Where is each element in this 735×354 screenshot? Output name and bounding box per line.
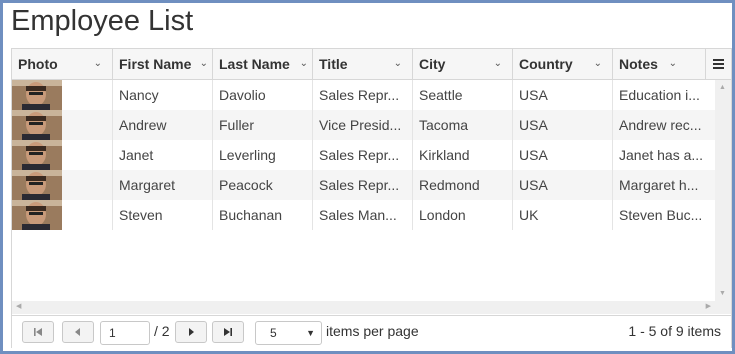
table-row[interactable]: Steven Buchanan Sales Man... London UK S… xyxy=(12,200,715,230)
last-name-cell: Davolio xyxy=(213,80,313,110)
column-header-first-name[interactable]: First Name ⌄ xyxy=(113,49,213,79)
photo-cell xyxy=(12,200,113,230)
chevron-down-icon[interactable]: ⌄ xyxy=(494,49,502,79)
pager: 1 / 2 5 ▼ items per page 1 - 5 of 9 item… xyxy=(12,315,731,348)
title-cell: Sales Repr... xyxy=(313,140,413,170)
photo-cell xyxy=(12,170,113,200)
column-header-label: Photo xyxy=(18,56,58,72)
first-name-cell: Andrew xyxy=(113,110,213,140)
title-cell: Sales Man... xyxy=(313,200,413,230)
country-cell: UK xyxy=(513,200,613,230)
column-header-country[interactable]: Country ⌄ xyxy=(513,49,613,79)
city-cell: Kirkland xyxy=(413,140,513,170)
notes-cell: Steven Buc... xyxy=(619,207,703,223)
chevron-down-icon[interactable]: ⌄ xyxy=(594,49,602,79)
last-page-button[interactable] xyxy=(212,321,244,343)
chevron-down-icon[interactable]: ⌄ xyxy=(394,49,402,79)
notes-cell: Andrew rec... xyxy=(619,117,702,133)
chevron-down-icon[interactable]: ⌄ xyxy=(94,49,102,79)
city-cell: Tacoma xyxy=(413,110,513,140)
chevron-down-icon: ▼ xyxy=(306,328,315,338)
chevron-down-icon[interactable]: ⌄ xyxy=(300,49,308,79)
column-header-label: Title xyxy=(319,56,348,72)
notes-cell: Janet has a... xyxy=(619,147,704,163)
table-row[interactable]: Margaret Peacock Sales Repr... Redmond U… xyxy=(12,170,715,200)
country-cell: USA xyxy=(513,170,613,200)
total-pages-label: / 2 xyxy=(154,323,170,339)
app-window: Employee List Photo ⌄ First Name ⌄ Last … xyxy=(0,0,735,354)
column-header-label: First Name xyxy=(119,56,192,72)
previous-page-button[interactable] xyxy=(62,321,94,343)
scroll-down-icon[interactable]: ▼ xyxy=(719,290,726,297)
page-size-value: 5 xyxy=(270,326,277,340)
first-page-icon xyxy=(34,328,42,336)
table-row[interactable]: Nancy Davolio Sales Repr... Seattle USA … xyxy=(12,80,715,110)
scroll-up-icon[interactable]: ▲ xyxy=(719,84,726,91)
table-row[interactable]: Andrew Fuller Vice Presid... Tacoma USA … xyxy=(12,110,715,140)
page-size-select[interactable]: 5 ▼ xyxy=(255,321,322,345)
first-name-cell: Steven xyxy=(113,200,213,230)
column-header-last-name[interactable]: Last Name ⌄ xyxy=(213,49,313,79)
column-header-title[interactable]: Title ⌄ xyxy=(313,49,413,79)
grid-body: Nancy Davolio Sales Repr... Seattle USA … xyxy=(12,80,715,301)
scroll-right-icon[interactable]: ▶ xyxy=(706,302,711,310)
last-name-cell: Fuller xyxy=(213,110,313,140)
scroll-left-icon[interactable]: ◀ xyxy=(16,302,21,310)
column-menu-icon[interactable] xyxy=(705,49,731,79)
country-cell: USA xyxy=(513,80,613,110)
column-header-photo[interactable]: Photo ⌄ xyxy=(12,49,113,79)
title-cell: Sales Repr... xyxy=(313,80,413,110)
chevron-down-icon[interactable]: ⌄ xyxy=(669,49,677,79)
horizontal-scrollbar[interactable]: ◀ ▶ xyxy=(12,301,715,314)
vertical-scrollbar[interactable]: ▲ ▼ xyxy=(715,80,731,301)
grid-header: Photo ⌄ First Name ⌄ Last Name ⌄ Title ⌄… xyxy=(12,49,731,80)
scrollbar-corner xyxy=(715,301,731,314)
first-page-button[interactable] xyxy=(22,321,54,343)
next-page-icon xyxy=(189,328,194,336)
city-cell: Seattle xyxy=(413,80,513,110)
column-header-label: Notes xyxy=(619,56,658,72)
table-row[interactable]: Janet Leverling Sales Repr... Kirkland U… xyxy=(12,140,715,170)
notes-cell: Margaret h... xyxy=(619,177,699,193)
employee-grid: Photo ⌄ First Name ⌄ Last Name ⌄ Title ⌄… xyxy=(11,48,732,348)
last-name-cell: Buchanan xyxy=(213,200,313,230)
photo-cell xyxy=(12,140,113,170)
last-name-cell: Peacock xyxy=(213,170,313,200)
items-per-page-label: items per page xyxy=(326,323,419,339)
notes-cell: Education i... xyxy=(619,87,700,103)
last-name-cell: Leverling xyxy=(213,140,313,170)
title-cell: Sales Repr... xyxy=(313,170,413,200)
chevron-down-icon[interactable]: ⌄ xyxy=(200,49,208,79)
first-name-cell: Janet xyxy=(113,140,213,170)
column-header-label: Country xyxy=(519,56,573,72)
page-title: Employee List xyxy=(11,5,194,37)
photo-cell xyxy=(12,110,113,140)
column-header-notes[interactable]: Notes ⌄ xyxy=(613,49,705,79)
first-name-cell: Nancy xyxy=(113,80,213,110)
pager-summary: 1 - 5 of 9 items xyxy=(628,323,721,339)
photo-cell xyxy=(12,80,113,110)
last-page-icon xyxy=(224,328,232,336)
column-header-label: City xyxy=(419,56,446,72)
title-cell: Vice Presid... xyxy=(313,110,413,140)
country-cell: USA xyxy=(513,110,613,140)
city-cell: Redmond xyxy=(413,170,513,200)
previous-page-icon xyxy=(75,328,80,336)
city-cell: London xyxy=(413,200,513,230)
first-name-cell: Margaret xyxy=(113,170,213,200)
next-page-button[interactable] xyxy=(175,321,207,343)
column-header-label: Last Name xyxy=(219,56,290,72)
country-cell: USA xyxy=(513,140,613,170)
column-header-city[interactable]: City ⌄ xyxy=(413,49,513,79)
page-number-input[interactable]: 1 xyxy=(100,321,150,345)
